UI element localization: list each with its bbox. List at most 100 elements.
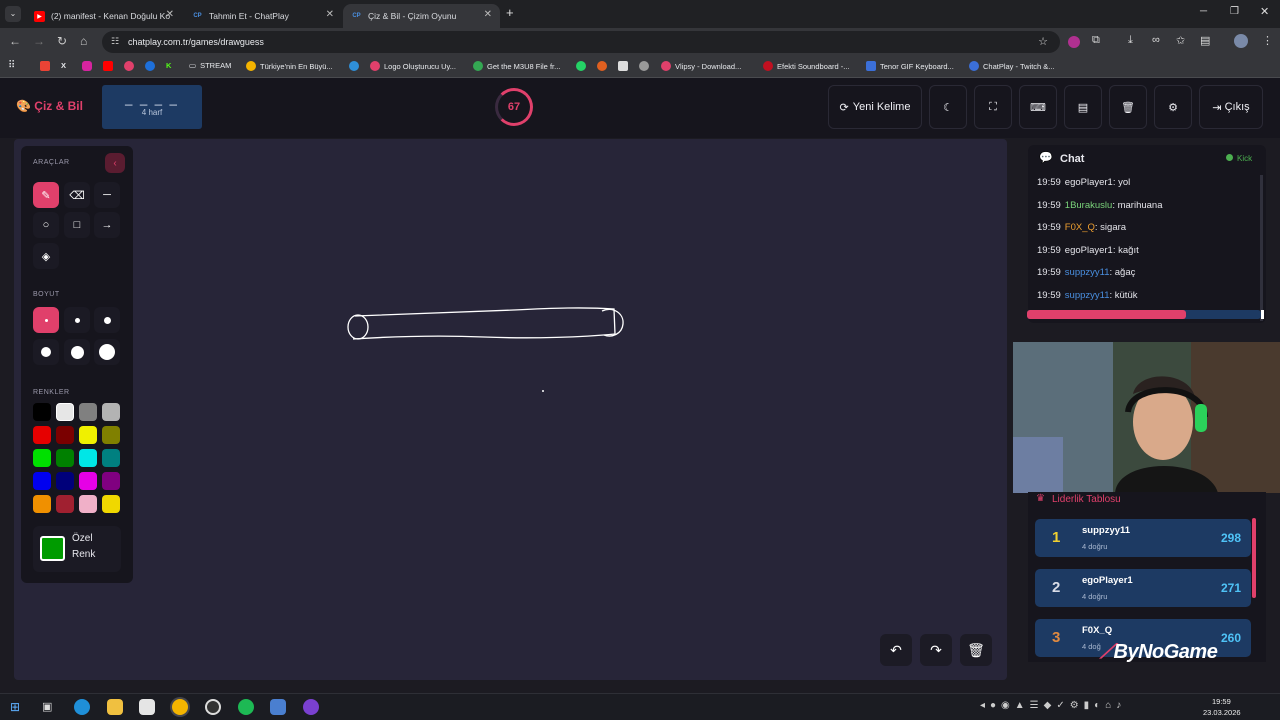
close-tab-icon[interactable]: ✕: [484, 9, 492, 20]
link-icon[interactable]: ∞: [1152, 34, 1160, 46]
color-swatch[interactable]: [102, 495, 120, 513]
custom-color-box[interactable]: Özel Renk: [33, 526, 121, 572]
tab-list-icon[interactable]: ⌄: [5, 6, 21, 22]
bookmark-icon[interactable]: [145, 61, 159, 71]
settings-button[interactable]: ⚙: [1154, 85, 1192, 129]
site-info-icon[interactable]: ☷: [111, 36, 119, 47]
minimize-icon[interactable]: ─: [1200, 6, 1207, 17]
exit-button[interactable]: ⇥ Çıkış: [1199, 85, 1263, 129]
message-user[interactable]: F0X_Q: [1065, 222, 1095, 233]
custom-color-swatch[interactable]: [40, 536, 65, 561]
spotify-icon[interactable]: [238, 699, 254, 715]
bookmark-item[interactable]: ChatPlay - Twitch &...: [969, 61, 1055, 71]
color-swatch[interactable]: [79, 403, 97, 421]
color-swatch[interactable]: [79, 472, 97, 490]
collapse-panel-button[interactable]: ‹: [105, 153, 125, 173]
color-swatch[interactable]: [33, 426, 51, 444]
bookmark-star-icon[interactable]: ☆: [1038, 35, 1048, 48]
clock-time[interactable]: 19:59: [1212, 697, 1231, 706]
color-swatch[interactable]: [56, 426, 74, 444]
whatsapp-icon[interactable]: [576, 61, 590, 71]
instagram-icon[interactable]: [82, 61, 96, 71]
size-2-button[interactable]: [64, 307, 90, 333]
youtube-bookmark-icon[interactable]: [103, 61, 117, 71]
circle-tool-button[interactable]: ○: [33, 212, 59, 238]
color-swatch[interactable]: [33, 449, 51, 467]
profile-avatar[interactable]: [1234, 34, 1248, 48]
back-icon[interactable]: ←: [9, 34, 21, 48]
browser-tab-active[interactable]: CP Çiz & Bil - Çizim Oyunu ✕: [343, 4, 500, 28]
color-swatch[interactable]: [79, 495, 97, 513]
close-tab-icon[interactable]: ✕: [166, 9, 174, 20]
bookmark-item[interactable]: Get the M3U8 File fr...: [473, 61, 560, 71]
size-6-button[interactable]: [94, 339, 120, 365]
message-user[interactable]: egoPlayer1: [1065, 177, 1113, 188]
bookmark-item[interactable]: Efekti Soundboard -...: [763, 61, 850, 71]
color-swatch[interactable]: [56, 472, 74, 490]
undo-button[interactable]: ↶: [880, 634, 912, 666]
app-logo[interactable]: 🎨 Çiz & Bil: [16, 99, 83, 113]
bookmark-icon[interactable]: [639, 61, 653, 71]
message-user[interactable]: suppzyy11: [1065, 267, 1110, 278]
extension-icon[interactable]: [1068, 36, 1080, 48]
store-icon[interactable]: [139, 699, 155, 715]
bookmark-icon[interactable]: [124, 61, 138, 71]
address-bar[interactable]: ☷ chatplay.com.tr/games/drawguess ☆: [102, 31, 1060, 53]
pen-tool-button[interactable]: ✎: [33, 182, 59, 208]
leaderboard-scrollbar[interactable]: [1252, 518, 1256, 598]
bookmark-item[interactable]: Tenor GIF Keyboard...: [866, 61, 954, 71]
rectangle-tool-button[interactable]: □: [64, 212, 90, 238]
arrow-tool-button[interactable]: →: [94, 212, 120, 238]
redo-button[interactable]: ↷: [920, 634, 952, 666]
theme-toggle-button[interactable]: ☾: [929, 85, 967, 129]
color-swatch[interactable]: [79, 449, 97, 467]
system-tray-icons[interactable]: ◂●◉▲☰◆✓⚙▮◐⌂♪: [980, 700, 1126, 711]
color-swatch[interactable]: [79, 426, 97, 444]
apps-grid-icon[interactable]: ⠿: [8, 60, 15, 71]
chrome-icon[interactable]: [172, 699, 188, 715]
size-5-button[interactable]: [64, 339, 90, 365]
delete-button[interactable]: 🗑: [1109, 85, 1147, 129]
reload-icon[interactable]: ↻: [57, 34, 67, 48]
fill-tool-button[interactable]: ◈: [33, 243, 59, 269]
color-swatch[interactable]: [102, 472, 120, 490]
archive-button[interactable]: ▤: [1064, 85, 1102, 129]
message-user[interactable]: suppzyy11: [1065, 290, 1110, 301]
message-user[interactable]: 1Burakuslu: [1065, 200, 1113, 211]
color-swatch[interactable]: [56, 449, 74, 467]
message-user[interactable]: egoPlayer1: [1065, 245, 1113, 256]
close-tab-icon[interactable]: ✕: [326, 9, 334, 20]
color-swatch[interactable]: [102, 449, 120, 467]
color-swatch[interactable]: [56, 403, 74, 421]
edge-taskbar-icon[interactable]: [74, 699, 90, 715]
keyboard-button[interactable]: ⌨: [1019, 85, 1057, 129]
line-tool-button[interactable]: ─: [94, 182, 120, 208]
bookmark-icon[interactable]: [597, 61, 611, 71]
size-4-button[interactable]: [33, 339, 59, 365]
download-icon[interactable]: ⤓: [1128, 34, 1133, 47]
color-swatch[interactable]: [102, 403, 120, 421]
edge-icon[interactable]: [349, 61, 363, 71]
windows-start-icon[interactable]: ⊞: [10, 700, 20, 714]
menu-dots-icon[interactable]: ⋮: [1262, 34, 1273, 47]
maximize-icon[interactable]: ❐: [1230, 6, 1239, 17]
clock-date[interactable]: 23.03.2026: [1203, 708, 1241, 717]
size-1-button[interactable]: [33, 307, 59, 333]
color-swatch[interactable]: [33, 472, 51, 490]
forward-icon[interactable]: →: [33, 34, 45, 48]
color-swatch[interactable]: [33, 495, 51, 513]
color-swatch[interactable]: [102, 426, 120, 444]
translate-icon[interactable]: ▤: [1200, 34, 1210, 47]
bookmark-item[interactable]: Logo Oluşturucu Uy...: [370, 61, 456, 71]
gmail-icon[interactable]: [40, 61, 54, 71]
size-3-button[interactable]: [94, 307, 120, 333]
kick-icon[interactable]: K: [166, 61, 171, 70]
clear-canvas-button[interactable]: 🗑: [960, 634, 992, 666]
drawing-canvas[interactable]: [14, 139, 1007, 680]
task-view-icon[interactable]: ▣: [42, 700, 52, 713]
app-icon[interactable]: [303, 699, 319, 715]
color-swatch[interactable]: [56, 495, 74, 513]
browser-tab[interactable]: ▶ (2) manifest - Kenan Doğulu Ko ✕: [26, 4, 182, 28]
color-swatch[interactable]: [33, 403, 51, 421]
new-word-button[interactable]: ⟳ Yeni Kelime: [828, 85, 922, 129]
